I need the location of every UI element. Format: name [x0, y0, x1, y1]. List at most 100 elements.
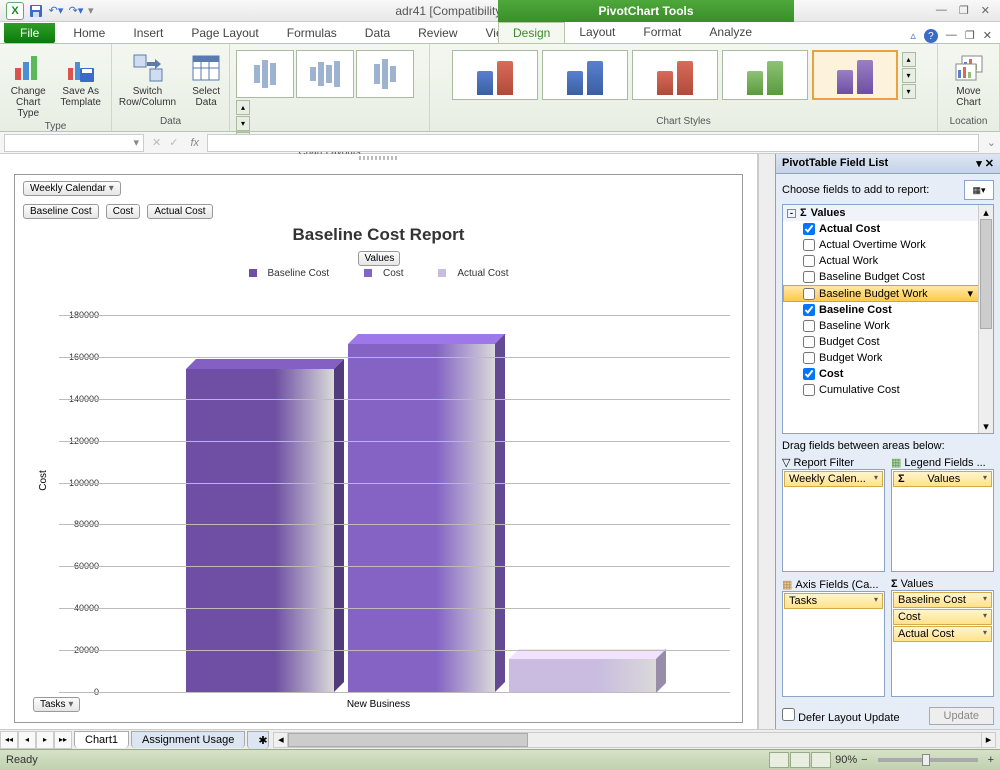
tab-analyze[interactable]: Analyze — [695, 22, 766, 43]
field-row-9[interactable]: Cost — [783, 366, 993, 382]
field-checkbox[interactable] — [803, 384, 815, 396]
field-row-10[interactable]: Cumulative Cost — [783, 382, 993, 398]
tab-page-layout[interactable]: Page Layout — [177, 23, 272, 43]
switch-row-column-button[interactable]: Switch Row/Column — [115, 50, 180, 110]
field-list-close-icon[interactable]: ✕ — [985, 158, 994, 170]
move-chart-button[interactable]: Move Chart — [949, 50, 989, 110]
save-as-template-button[interactable]: Save As Template — [56, 50, 105, 110]
values-item-1[interactable]: Cost — [893, 609, 992, 625]
tab-home[interactable]: Home — [59, 23, 119, 43]
tab-insert[interactable]: Insert — [119, 23, 177, 43]
field-checkbox[interactable] — [803, 239, 815, 251]
update-button[interactable]: Update — [929, 707, 994, 725]
doc-minimize-icon[interactable]: — — [946, 29, 957, 43]
column-chip-0[interactable]: Baseline Cost — [23, 204, 99, 219]
field-row-8[interactable]: Budget Work — [783, 350, 993, 366]
field-row-3[interactable]: Baseline Budget Cost — [783, 269, 993, 285]
field-row-6[interactable]: Baseline Work — [783, 318, 993, 334]
select-data-button[interactable]: Select Data — [186, 50, 226, 110]
fields-scrollbar[interactable]: ▴▾ — [978, 205, 993, 433]
defer-checkbox[interactable]: Defer Layout Update — [782, 708, 900, 724]
name-box-dropdown-icon[interactable]: ▾ — [133, 136, 139, 149]
chart-style-2[interactable] — [542, 50, 628, 100]
minimize-icon[interactable]: — — [936, 4, 947, 17]
page-break-view-button[interactable] — [811, 752, 831, 768]
bar-1[interactable] — [348, 344, 496, 692]
field-checkbox[interactable] — [803, 271, 815, 283]
help-icon[interactable]: ? — [924, 29, 938, 43]
ribbon-minimize-icon[interactable]: ▵ — [910, 29, 916, 43]
styles-scroll[interactable]: ▴▾▾ — [902, 52, 916, 99]
report-filter-item[interactable]: Weekly Calen... — [784, 471, 883, 487]
new-sheet-button[interactable]: ✱ — [247, 731, 269, 749]
field-checkbox[interactable] — [803, 223, 815, 235]
cancel-formula-icon[interactable]: ✕ — [148, 136, 165, 149]
zoom-level[interactable]: 90% — [835, 754, 857, 766]
qat-customize-icon[interactable]: ▾ — [88, 4, 94, 17]
values-area[interactable]: Baseline Cost Cost Actual Cost — [891, 590, 994, 697]
sheet-tab-assignment-usage[interactable]: Assignment Usage — [131, 731, 245, 748]
vertical-scrollbar[interactable] — [758, 154, 775, 729]
sheet-nav[interactable]: ◂◂◂▸▸▸ — [0, 731, 72, 749]
horizontal-scrollbar[interactable]: ◂▸ — [273, 732, 996, 748]
tab-formulas[interactable]: Formulas — [273, 23, 351, 43]
values-chip[interactable]: Values — [358, 251, 400, 266]
zoom-out-button[interactable]: − — [861, 754, 867, 766]
zoom-slider[interactable] — [878, 758, 978, 762]
doc-close-icon[interactable]: ✕ — [983, 29, 992, 43]
restore-icon[interactable]: ❐ — [959, 4, 969, 17]
values-item-2[interactable]: Actual Cost — [893, 626, 992, 642]
fields-box[interactable]: - Σ Values Actual CostActual Overtime Wo… — [782, 204, 994, 434]
field-checkbox[interactable] — [803, 304, 815, 316]
field-list-dropdown-icon[interactable]: ▾ — [976, 158, 982, 170]
formula-input[interactable] — [207, 134, 979, 152]
tab-design[interactable]: Design — [498, 22, 565, 43]
field-checkbox[interactable] — [803, 288, 815, 300]
chart-layout-1[interactable] — [236, 50, 294, 98]
column-chip-1[interactable]: Cost — [106, 204, 141, 219]
axis-field-item[interactable]: Tasks — [784, 593, 883, 609]
undo-icon[interactable]: ↶▾ — [48, 3, 64, 19]
split-handle[interactable] — [359, 156, 399, 160]
field-list-layout-button[interactable]: ▦▾ — [964, 180, 994, 200]
zoom-in-button[interactable]: + — [988, 754, 994, 766]
close-icon[interactable]: ✕ — [981, 4, 990, 17]
field-row-0[interactable]: Actual Cost — [783, 221, 993, 237]
normal-view-button[interactable] — [769, 752, 789, 768]
field-row-5[interactable]: Baseline Cost — [783, 302, 993, 318]
field-checkbox[interactable] — [803, 320, 815, 332]
field-row-1[interactable]: Actual Overtime Work — [783, 237, 993, 253]
field-checkbox[interactable] — [803, 336, 815, 348]
axis-fields-area[interactable]: Tasks — [782, 591, 885, 697]
tab-review[interactable]: Review — [404, 23, 471, 43]
redo-icon[interactable]: ↷▾ — [68, 3, 84, 19]
fx-icon[interactable]: fx — [182, 137, 207, 149]
field-dropdown-icon[interactable]: ▾ — [967, 287, 973, 300]
enter-formula-icon[interactable]: ✓ — [165, 136, 182, 149]
sheet-tab-chart1[interactable]: Chart1 — [74, 731, 129, 748]
tab-format[interactable]: Format — [629, 22, 695, 43]
file-tab[interactable]: File — [4, 23, 55, 43]
chart-style-4[interactable] — [722, 50, 808, 100]
change-chart-type-button[interactable]: Change Chart Type — [6, 50, 50, 121]
page-layout-view-button[interactable] — [790, 752, 810, 768]
report-filter-area[interactable]: Weekly Calen... — [782, 469, 885, 572]
pivot-chart[interactable]: Weekly Calendar Baseline Cost Cost Actua… — [14, 174, 743, 723]
chart-layout-2[interactable] — [296, 50, 354, 98]
field-checkbox[interactable] — [803, 352, 815, 364]
bar-0[interactable] — [186, 369, 334, 692]
bar-2[interactable] — [509, 659, 657, 693]
chart-style-5[interactable] — [812, 50, 898, 100]
chart-style-3[interactable] — [632, 50, 718, 100]
tasks-chip[interactable]: Tasks — [33, 697, 80, 712]
collapse-icon[interactable]: - — [787, 209, 796, 218]
save-icon[interactable] — [28, 3, 44, 19]
chart-style-1[interactable] — [452, 50, 538, 100]
field-row-7[interactable]: Budget Cost — [783, 334, 993, 350]
doc-restore-icon[interactable]: ❐ — [965, 29, 975, 43]
field-checkbox[interactable] — [803, 368, 815, 380]
field-checkbox[interactable] — [803, 255, 815, 267]
column-chip-2[interactable]: Actual Cost — [147, 204, 212, 219]
formula-expand-icon[interactable]: ⌄ — [983, 136, 1000, 149]
filter-chip-weekly-calendar[interactable]: Weekly Calendar — [23, 181, 121, 196]
